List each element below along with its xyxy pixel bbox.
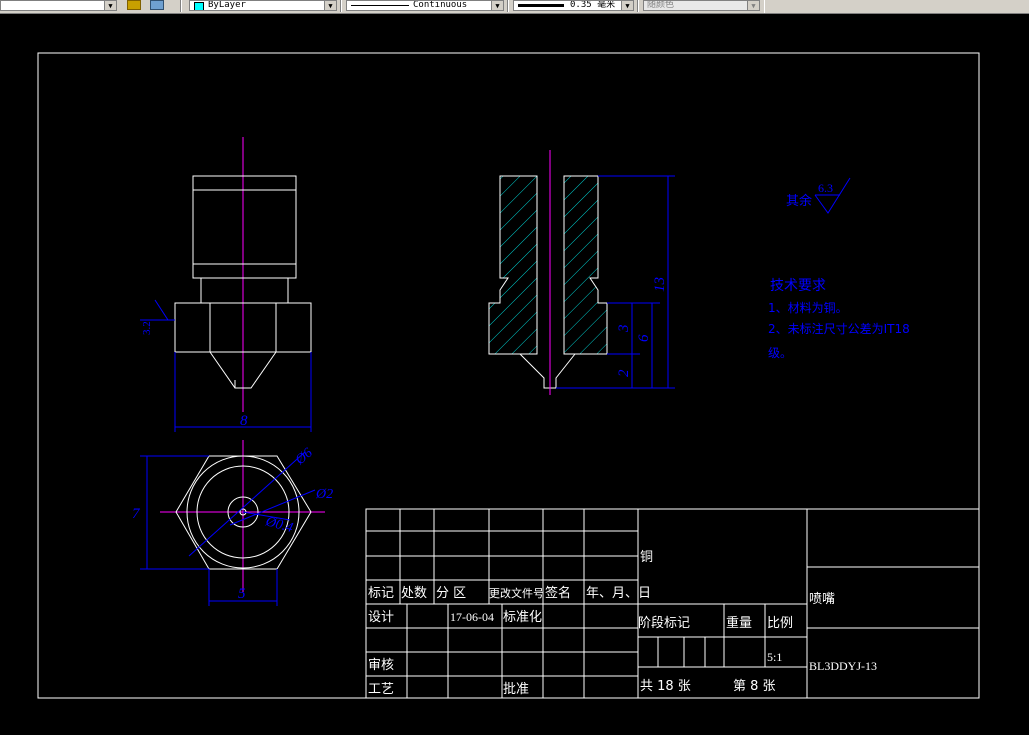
title-block-grid [365, 508, 980, 699]
plotstyle-combo[interactable]: 随颜色 ▼ [643, 0, 760, 11]
chevron-down-icon: ▼ [324, 1, 336, 10]
linetype-combo-value: Continuous [413, 0, 468, 10]
tb-header-date: 年、月、日 [586, 586, 651, 601]
toolbar-separator [507, 0, 509, 12]
chevron-down-icon: ▼ [491, 1, 503, 10]
toolbar-separator [340, 0, 342, 12]
tb-drawing-number: BL3DDYJ-13 [809, 659, 877, 673]
chevron-down-icon: ▼ [621, 1, 633, 10]
linetype-sample-icon [351, 5, 409, 6]
tb-total-sheets: 共 18 张 [640, 679, 691, 694]
general-roughness-value: 6.3 [818, 181, 833, 195]
dim-dia-6: Ø6 [292, 446, 316, 469]
lineweight-combo-value: 0.35 毫米 [570, 0, 616, 10]
dim-tip-height: 2 [616, 369, 632, 377]
layer-combo-value: ByLayer [208, 0, 246, 10]
tech-notes-line-1: 1、材料为铜。 [768, 300, 848, 315]
tech-notes-line-2: 2、未标注尺寸公差为IT18 [768, 321, 910, 336]
toolbar-end-bevel [764, 0, 1029, 13]
title-block-text: 标记 处数 分 区 更改文件号 签名 年、月、日 设计 17-06-04 标准化… [368, 550, 877, 697]
lineweight-sample-icon [518, 4, 564, 7]
tb-design-label: 设计 [368, 610, 394, 625]
properties-toolbar: ▼ ByLayer ▼ Continuous ▼ 0.35 毫米 ▼ 随颜色 ▼ [0, 0, 1029, 14]
dim-body-height: 6 [636, 334, 652, 342]
tb-scale-label: 比例 [767, 616, 793, 631]
tb-weight-label: 重量 [726, 615, 752, 631]
toolbar-separator [637, 0, 639, 12]
tech-notes-line-3: 级。 [768, 346, 792, 360]
layer-state-icon[interactable] [150, 0, 164, 10]
dim-overall-height: 13 [652, 277, 668, 292]
layer-stack-icon[interactable] [127, 0, 141, 10]
dim-dia-0-4: Ø0.4 [263, 514, 295, 536]
plotstyle-combo-value: 随颜色 [647, 0, 675, 10]
dim-flange-height: 3 [616, 325, 632, 334]
front-dimensions [140, 299, 312, 432]
chevron-down-icon: ▼ [747, 1, 759, 10]
dim-dia-2: Ø2 [315, 487, 333, 502]
front-roughness-value: 3.2 [141, 321, 153, 335]
tb-design-date: 17-06-04 [450, 610, 494, 624]
general-roughness-label: 其余 [786, 193, 812, 209]
tb-header-zone: 分 区 [436, 586, 466, 601]
tb-part-name: 喷嘴 [809, 592, 835, 607]
tb-header-count: 处数 [401, 586, 427, 601]
chevron-down-icon: ▼ [104, 1, 116, 10]
layer-color-swatch-icon [194, 2, 204, 10]
tech-notes-title: 技术要求 [770, 278, 826, 294]
tb-approve-label: 批准 [503, 682, 529, 697]
tb-process-label: 工艺 [368, 682, 394, 697]
tb-check-label: 审核 [368, 658, 394, 673]
dim-hex-flat: 5 [238, 586, 246, 602]
tb-material: 铜 [640, 550, 653, 565]
tb-header-change-doc: 更改文件号 [489, 586, 544, 600]
toolbar-separator [180, 0, 182, 12]
linetype-combo[interactable]: Continuous ▼ [346, 0, 504, 11]
dim-hex-height: 7 [132, 506, 141, 522]
tb-header-mark: 标记 [368, 586, 394, 601]
color-combo-tail[interactable]: ▼ [0, 0, 117, 11]
tb-scale-value: 5:1 [767, 650, 782, 664]
section-view [488, 150, 608, 395]
drawing-frame [37, 52, 980, 699]
front-view [174, 137, 312, 412]
lineweight-combo[interactable]: 0.35 毫米 ▼ [513, 0, 634, 11]
tb-sheet-number: 第 8 张 [733, 679, 776, 694]
layer-combo[interactable]: ByLayer ▼ [189, 0, 337, 11]
tb-stage-mark-label: 阶段标记 [638, 616, 690, 631]
drawing-canvas[interactable]: 8 3.2 7 5 Ø6 Ø2 Ø0.4 13 6 3 2 6.3 其余 技术要… [0, 14, 1029, 735]
tb-header-sign: 签名 [545, 585, 571, 601]
dim-front-width: 8 [240, 413, 248, 429]
tb-standardize-label: 标准化 [503, 610, 542, 625]
